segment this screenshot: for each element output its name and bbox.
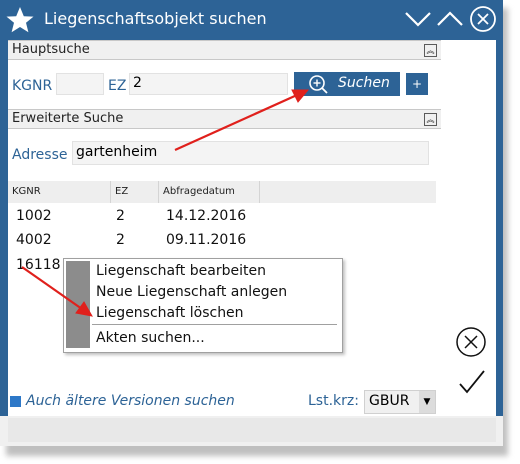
footer-bar: Auch ältere Versionen suchen Lst.krz: GB… (8, 390, 443, 414)
advanced-search-title: Erweiterte Suche (12, 111, 124, 126)
cell-date: 14.12.2016 (166, 208, 247, 224)
address-input[interactable]: gartenheim (72, 141, 429, 165)
minimize-chevron-icon[interactable] (403, 5, 433, 33)
menu-item-edit-property[interactable]: Liegenschaft bearbeiten (96, 263, 266, 279)
menu-item-new-property[interactable]: Neue Liegenschaft anlegen (96, 284, 287, 300)
cell-date: 09.11.2016 (166, 232, 247, 248)
right-action-panel (443, 40, 496, 416)
search-button-label: Suchen (338, 75, 390, 91)
ez-input[interactable]: 2 (129, 73, 288, 95)
maximize-chevron-icon[interactable] (435, 5, 465, 33)
column-header-ez[interactable]: EZ (111, 181, 159, 203)
lst-krz-label: Lst.krz: (308, 393, 359, 409)
lst-krz-value: GBUR (369, 393, 410, 409)
cell-ez: 2 (116, 208, 125, 224)
main-search-title: Hauptsuche (12, 42, 90, 57)
ez-label: EZ (108, 78, 127, 94)
cell-ez: 2 (116, 232, 125, 248)
title-bar: Liegenschaftsobjekt suchen (0, 0, 503, 40)
collapse-up-icon[interactable]: ︽ (424, 113, 437, 126)
cell-kgnr: 1002 (16, 208, 52, 224)
star-icon (4, 4, 36, 36)
add-button[interactable]: + (406, 73, 428, 95)
confirm-check-icon[interactable] (457, 368, 487, 396)
collapse-up-icon[interactable]: ︽ (424, 44, 437, 57)
address-label: Adresse (12, 147, 68, 163)
menu-separator (92, 324, 337, 325)
results-header: KGNR EZ Abfragedatum (8, 181, 436, 203)
column-header-kgnr[interactable]: KGNR (8, 181, 111, 203)
chevron-down-icon[interactable]: ▼ (419, 391, 435, 413)
kgnr-label: KGNR (12, 78, 53, 94)
cancel-circle-icon[interactable] (455, 326, 487, 358)
menu-item-search-files[interactable]: Akten suchen... (96, 330, 205, 346)
cell-kgnr: 4002 (16, 232, 52, 248)
window-title: Liegenschaftsobjekt suchen (44, 9, 267, 28)
table-row[interactable]: 4002 2 09.11.2016 (8, 230, 436, 252)
advanced-search-header: Erweiterte Suche ︽ (8, 109, 441, 129)
table-row[interactable]: 1002 2 14.12.2016 (8, 206, 436, 228)
menu-item-delete-property[interactable]: Liegenschaft löschen (96, 305, 244, 321)
context-menu-gutter (66, 261, 90, 348)
status-strip (8, 418, 496, 442)
dialog-window: Liegenschaftsobjekt suchen Hauptsuche ︽ … (0, 0, 503, 446)
context-menu: Liegenschaft bearbeiten Neue Liegenschaf… (63, 258, 343, 353)
older-versions-checkbox[interactable] (10, 396, 21, 407)
client-area: Hauptsuche ︽ KGNR EZ 2 Suchen + Erweiter… (8, 40, 443, 443)
close-icon[interactable] (468, 5, 498, 33)
zoom-in-icon (309, 75, 328, 94)
lst-krz-select[interactable]: GBUR ▼ (364, 390, 436, 414)
search-button[interactable]: Suchen (294, 72, 400, 96)
kgnr-input[interactable] (56, 73, 104, 95)
column-header-date[interactable]: Abfragedatum (159, 181, 260, 203)
main-search-header: Hauptsuche ︽ (8, 40, 441, 60)
older-versions-label[interactable]: Auch ältere Versionen suchen (26, 393, 235, 409)
cell-kgnr: 16118 (16, 257, 61, 273)
